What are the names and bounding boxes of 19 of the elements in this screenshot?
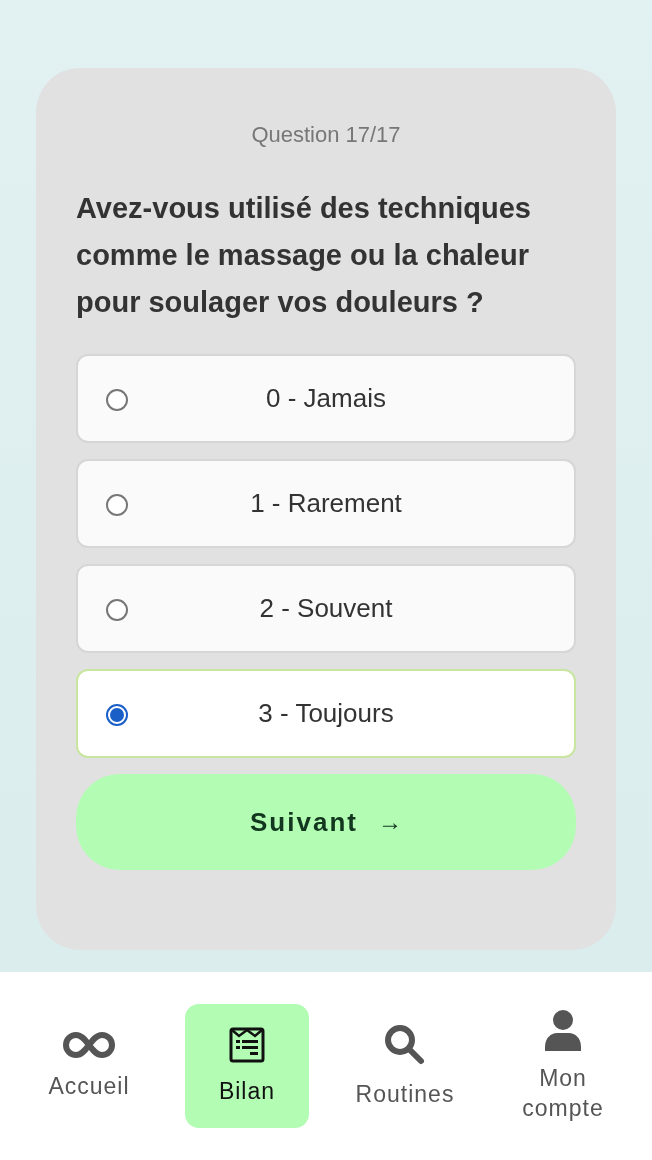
progress-text: Question 17/17: [250, 121, 402, 149]
answer-option[interactable]: 3 - Toujours: [76, 669, 576, 758]
question-text: Avez-vous utilisé des techniques comme le massage ou la chaleur pour soulager vos douleurs ?: [76, 191, 532, 320]
radio-button[interactable]: [106, 704, 128, 726]
search-icon: [383, 1023, 427, 1067]
radio-button[interactable]: [106, 599, 128, 621]
newspaper-icon: [228, 1026, 266, 1064]
radio-button[interactable]: [106, 389, 128, 411]
answer-option[interactable]: 0 - Jamais: [76, 354, 576, 443]
nav-tab[interactable]: Mon compte: [501, 1004, 625, 1128]
answer-option[interactable]: 1 - Rarement: [76, 459, 576, 548]
nav-tab[interactable]: Accueil: [27, 1004, 151, 1128]
infinity-icon: [62, 1031, 116, 1059]
nav-tab[interactable]: Bilan: [185, 1004, 309, 1128]
answer-option[interactable]: 2 - Souvent: [76, 564, 576, 653]
radio-button[interactable]: [106, 494, 128, 516]
nav-tab[interactable]: Routines: [343, 1004, 467, 1128]
next-button[interactable]: Suivant →: [76, 774, 576, 870]
user-icon: [544, 1009, 582, 1051]
